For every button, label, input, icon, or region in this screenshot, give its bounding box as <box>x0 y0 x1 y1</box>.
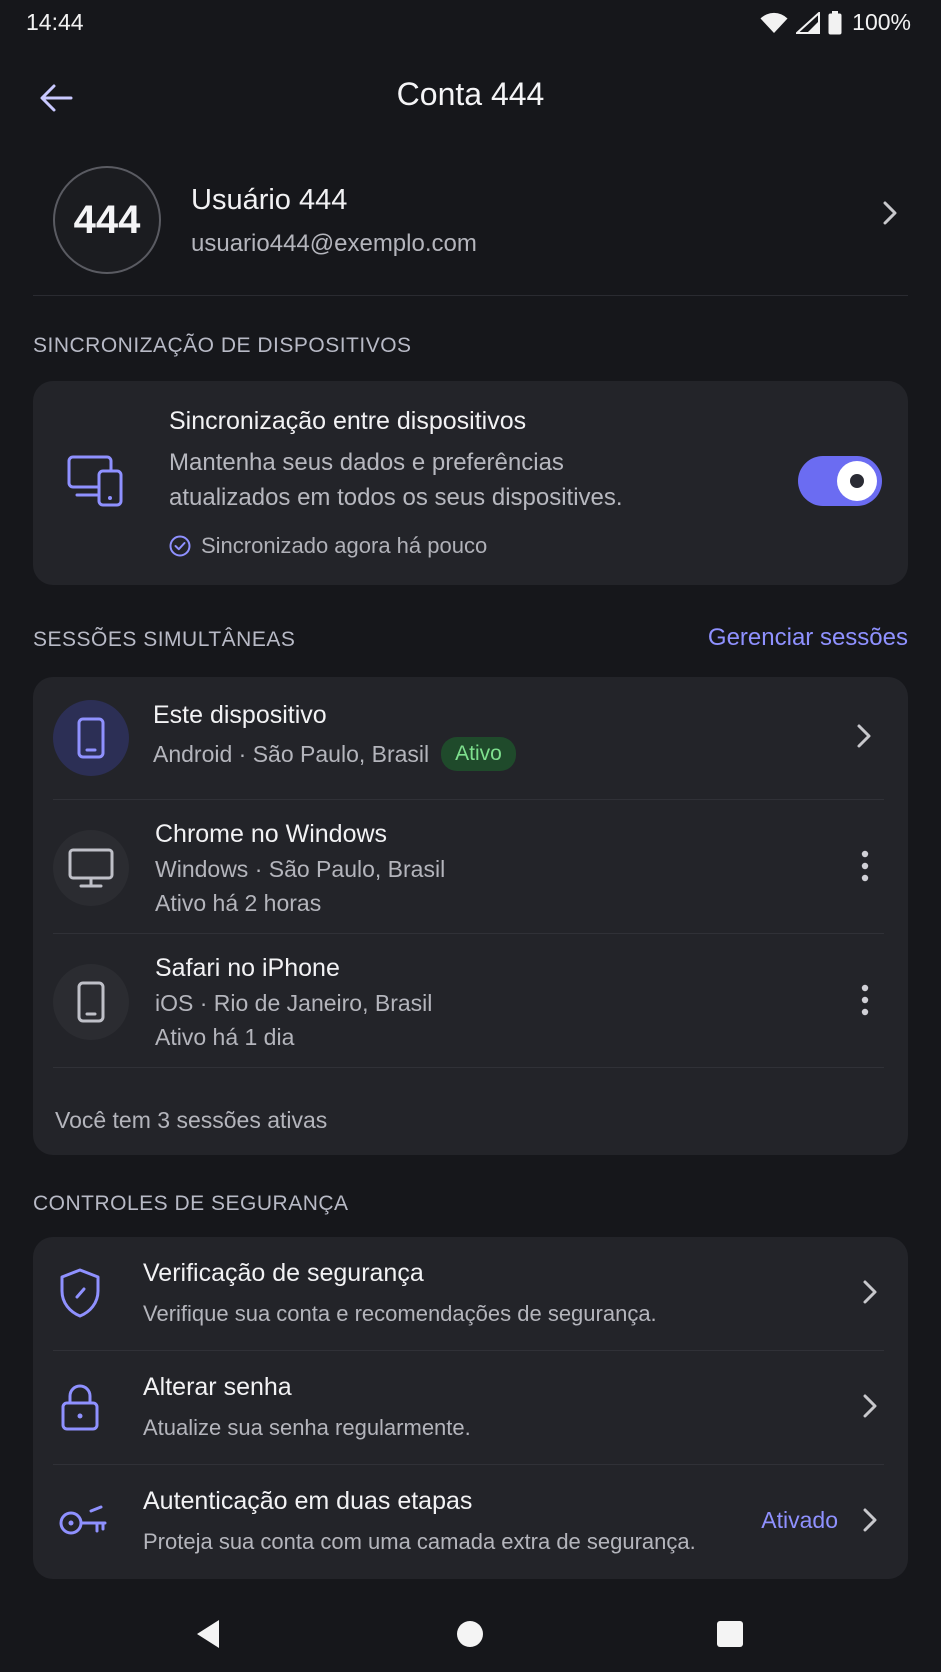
avatar: 444 <box>53 166 161 274</box>
security-item-description: Atualize sua senha regularmente. <box>143 1415 471 1440</box>
more-vertical-icon <box>861 984 869 1016</box>
two-factor-item[interactable]: Autenticação em duas etapas Proteja sua … <box>33 1465 908 1579</box>
session-item-this-device[interactable]: Este dispositivo Android · São Paulo, Br… <box>53 677 884 800</box>
system-nav-bar <box>0 1594 941 1672</box>
circle-home-icon <box>457 1621 483 1647</box>
profile-name: Usuário 444 <box>191 184 348 216</box>
chevron-right-icon <box>863 1394 877 1418</box>
session-icon <box>53 964 129 1040</box>
key-icon <box>59 1505 107 1535</box>
chevron-right-icon <box>863 1508 877 1532</box>
toggle-knob <box>837 461 877 501</box>
triangle-back-icon <box>197 1620 219 1648</box>
session-icon <box>53 700 129 776</box>
sync-description: Mantenha seus dados e preferências atual… <box>169 449 623 511</box>
session-icon <box>53 830 129 906</box>
change-password-item[interactable]: Alterar senha Atualize sua senha regular… <box>33 1351 908 1465</box>
sync-toggle[interactable] <box>798 456 882 506</box>
sessions-section-title: SESSÕES SIMULTÂNEAS <box>33 628 296 651</box>
sync-section-title: SINCRONIZAÇÃO DE DISPOSITIVOS <box>33 334 412 357</box>
session-location: iOS · Rio de Janeiro, Brasil <box>155 990 433 1016</box>
status-bar: 14:44 100% <box>0 0 941 46</box>
session-more-button[interactable] <box>860 984 870 1021</box>
security-item-description: Verifique sua conta e recomendações de s… <box>143 1301 657 1326</box>
shield-icon <box>60 1268 100 1318</box>
security-item-title: Verificação de segurança <box>143 1259 424 1287</box>
session-location: Android · São Paulo, Brasil <box>153 740 430 767</box>
monitor-icon <box>68 848 114 888</box>
app-bar: Conta 444 <box>0 58 941 134</box>
battery-percent: 100% <box>852 9 911 35</box>
chevron-right-icon <box>857 724 871 748</box>
session-item-safari-iphone[interactable]: Safari no iPhone iOS · Rio de Janeiro, B… <box>53 934 884 1068</box>
security-item-description: Proteja sua conta com uma camada extra d… <box>143 1529 696 1554</box>
page-title: Conta 444 <box>396 76 545 112</box>
session-title: Este dispositivo <box>153 701 327 729</box>
wifi-icon <box>760 12 788 33</box>
security-item-title: Autenticação em duas etapas <box>143 1487 473 1515</box>
session-more-button[interactable] <box>860 850 870 887</box>
nav-home-button[interactable] <box>440 1604 500 1664</box>
security-item-title: Alterar senha <box>143 1373 292 1401</box>
sync-status: Sincronizado agora há pouco <box>169 533 487 559</box>
profile-email: usuario444@exemplo.com <box>191 230 477 257</box>
lock-icon <box>61 1384 99 1431</box>
session-item-chrome-windows[interactable]: Chrome no Windows Windows · São Paulo, B… <box>53 800 884 934</box>
session-subtitle: Android · São Paulo, Brasil Ativo <box>153 737 516 771</box>
sync-card: Sincronização entre dispositivos Mantenh… <box>33 381 908 585</box>
sync-card-title: Sincronização entre dispositivos <box>169 407 527 435</box>
more-vertical-icon <box>861 850 869 882</box>
chevron-right-icon <box>883 201 897 225</box>
devices-icon <box>67 455 123 507</box>
nav-back-button[interactable] <box>178 1604 238 1664</box>
screen: 14:44 100% Conta 444 444 Usuário 444 usu… <box>0 0 941 1672</box>
phone-icon <box>77 717 105 759</box>
session-last-active: Ativo há 1 dia <box>155 1024 295 1050</box>
security-section-title: CONTROLES DE SEGURANÇA <box>33 1192 349 1215</box>
phone-icon <box>77 981 105 1023</box>
session-title: Safari no iPhone <box>155 954 340 982</box>
status-icons: 100% <box>760 9 911 36</box>
session-last-active: Ativo há 2 horas <box>155 890 322 916</box>
check-circle-icon <box>169 535 191 557</box>
session-location: Windows · São Paulo, Brasil <box>155 856 446 882</box>
active-badge: Ativo <box>441 737 516 771</box>
security-card: Verificação de segurança Verifique sua c… <box>33 1237 908 1579</box>
status-time: 14:44 <box>26 9 84 35</box>
two-factor-status: Ativado <box>761 1507 838 1533</box>
nav-recents-button[interactable] <box>700 1604 760 1664</box>
chevron-right-icon <box>863 1280 877 1304</box>
sessions-count-text: Você tem 3 sessões ativas <box>55 1107 328 1133</box>
profile-row[interactable]: 444 Usuário 444 usuario444@exemplo.com <box>33 158 908 296</box>
manage-sessions-link[interactable]: Gerenciar sessões <box>708 624 908 652</box>
session-title: Chrome no Windows <box>155 820 388 848</box>
sync-status-text: Sincronizado agora há pouco <box>201 533 488 558</box>
battery-icon <box>828 10 842 34</box>
cell-signal-icon <box>796 11 821 34</box>
sessions-card: Este dispositivo Android · São Paulo, Br… <box>33 677 908 1155</box>
square-recents-icon <box>717 1621 743 1647</box>
security-check-item[interactable]: Verificação de segurança Verifique sua c… <box>33 1237 908 1351</box>
